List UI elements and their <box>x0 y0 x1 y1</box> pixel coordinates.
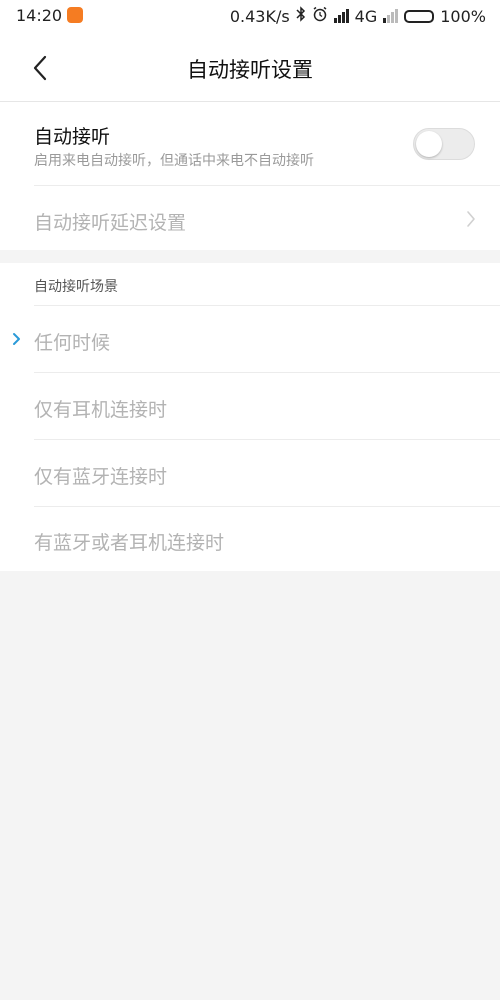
scene-option-anytime[interactable]: 任何时候 <box>0 306 500 372</box>
app-header: 自动接听设置 <box>0 32 500 102</box>
delay-setting-row[interactable]: 自动接听延迟设置 <box>0 186 500 250</box>
hd-signal-icon <box>333 9 349 23</box>
scene-card: 自动接听场景 任何时候 仅有耳机连接时 仅有蓝牙连接时 有蓝牙或者耳机连接时 <box>0 263 500 571</box>
status-indicators: 0.43K/s 4G 100% <box>230 6 486 26</box>
app-notification-icon <box>67 7 83 23</box>
scene-option-bluetooth[interactable]: 仅有蓝牙连接时 <box>0 440 500 506</box>
selected-chevron-icon <box>13 333 20 345</box>
auto-answer-row[interactable]: 自动接听 启用来电自动接听，但通话中来电不自动接听 <box>0 102 500 184</box>
auto-answer-toggle[interactable] <box>413 128 475 160</box>
toggle-knob <box>416 131 442 157</box>
bluetooth-icon <box>296 6 306 26</box>
auto-answer-card: 自动接听 启用来电自动接听，但通话中来电不自动接听 自动接听延迟设置 <box>0 102 500 250</box>
battery-level: 100% <box>440 6 486 26</box>
auto-answer-description: 启用来电自动接听，但通话中来电不自动接听 <box>34 153 314 169</box>
network-type: 4G <box>354 6 378 26</box>
delay-setting-label: 自动接听延迟设置 <box>34 212 187 234</box>
scene-option-headset[interactable]: 仅有耳机连接时 <box>0 373 500 439</box>
status-time: 14:20 <box>16 6 63 25</box>
status-bar: 14:20 0.43K/s 4G 100% <box>0 0 500 32</box>
option-label: 仅有蓝牙连接时 <box>34 466 168 488</box>
scene-option-bluetooth-or-headset[interactable]: 有蓝牙或者耳机连接时 <box>0 506 500 572</box>
option-label: 有蓝牙或者耳机连接时 <box>34 532 225 554</box>
battery-icon <box>404 9 435 23</box>
auto-answer-title: 自动接听 <box>34 126 111 148</box>
alarm-icon <box>312 6 328 26</box>
section-header: 自动接听场景 <box>34 279 118 295</box>
option-label: 任何时候 <box>34 332 111 354</box>
option-label: 仅有耳机连接时 <box>34 399 168 421</box>
chevron-right-icon <box>467 211 475 227</box>
signal-weak-icon <box>383 9 399 23</box>
net-speed: 0.43K/s <box>229 6 290 26</box>
page-title: 自动接听设置 <box>187 58 313 82</box>
